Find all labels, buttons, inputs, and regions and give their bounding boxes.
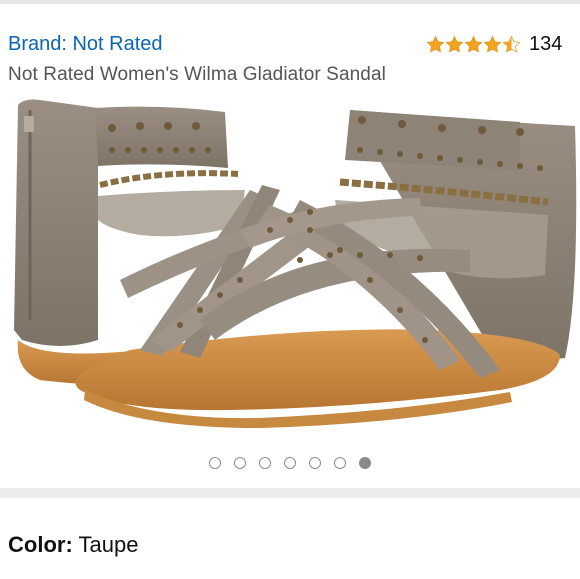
- section-divider: [0, 488, 580, 498]
- sandal-illustration: [14, 99, 577, 428]
- color-selection: Color: Taupe: [8, 532, 138, 558]
- top-divider: [0, 0, 580, 4]
- color-value: Taupe: [78, 532, 139, 557]
- star-full-icon: [445, 35, 464, 53]
- star-half-icon: [502, 35, 521, 53]
- star-full-icon: [464, 35, 483, 53]
- carousel-dot[interactable]: [334, 457, 346, 469]
- rating-count[interactable]: 134: [529, 33, 562, 56]
- brand-link[interactable]: Brand: Not Rated: [8, 33, 163, 56]
- carousel-dot[interactable]: [209, 457, 221, 469]
- star-full-icon: [426, 35, 445, 53]
- image-carousel-dots: [0, 457, 580, 469]
- color-label: Color:: [8, 532, 73, 557]
- carousel-dot-active[interactable]: [359, 457, 371, 469]
- carousel-dot[interactable]: [234, 457, 246, 469]
- carousel-dot[interactable]: [309, 457, 321, 469]
- product-image[interactable]: [0, 90, 580, 450]
- carousel-dot[interactable]: [284, 457, 296, 469]
- star-full-icon: [483, 35, 502, 53]
- star-rating: [426, 35, 521, 54]
- rating-summary[interactable]: 134: [426, 32, 562, 56]
- carousel-dot[interactable]: [259, 457, 271, 469]
- product-title: Not Rated Women's Wilma Gladiator Sandal: [8, 64, 386, 85]
